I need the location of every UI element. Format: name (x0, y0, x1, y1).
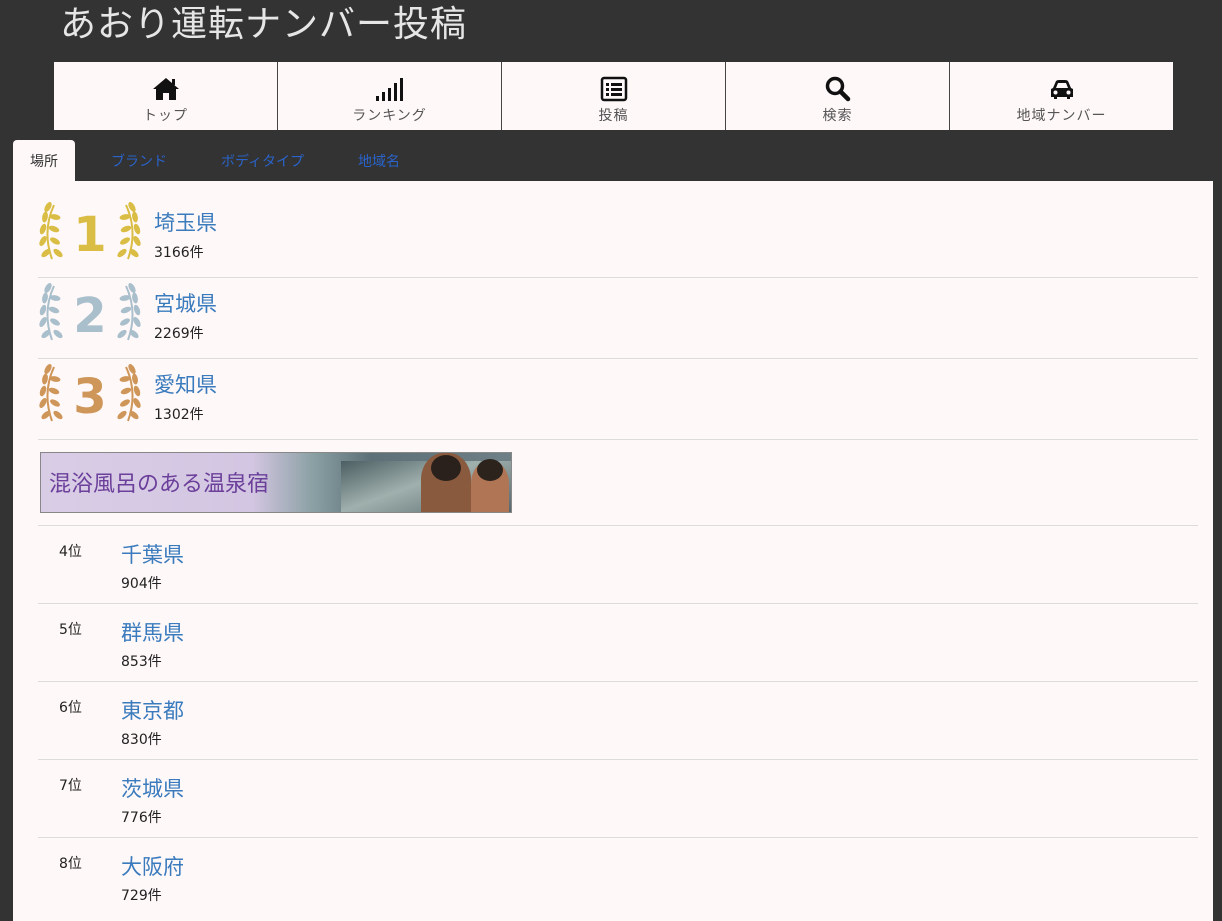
tab-body-type[interactable]: ボディタイプ (204, 140, 321, 181)
car-icon (1050, 80, 1073, 99)
ranking-place-name[interactable]: 東京都 (121, 695, 184, 725)
nav-region-number-label: 地域ナンバー (1016, 108, 1107, 124)
laurel-medal-icon: 1 (38, 201, 142, 263)
ranking-position: 8位 (59, 856, 82, 872)
laurel-leaf (120, 225, 132, 233)
medal-rank-number: 2 (73, 288, 106, 344)
laurel-leaf (132, 292, 138, 304)
laurel-leaf (133, 304, 141, 316)
laurel-leaf (48, 306, 60, 314)
laurel-leaf (39, 223, 47, 235)
ranking-position: 7位 (59, 778, 82, 794)
ranking-row-5: 5位 群馬県 853件 (38, 604, 1198, 682)
laurel-leaf (117, 329, 127, 339)
tab-region-name[interactable]: 地域名 (341, 140, 417, 181)
ranking-place-name[interactable]: 茨城県 (121, 773, 184, 803)
ranking-row-3: 3 愛知県 1302件 (38, 363, 1198, 440)
nav-post-label: 投稿 (598, 108, 629, 124)
ad-banner[interactable]: 混浴風呂のある温泉宿 (40, 452, 512, 513)
ranking-panel: 1 埼玉県 3166件 2 宮城県 2269件 3 愛知県 1302件 混浴風呂… (13, 181, 1213, 921)
ranking-place-name[interactable]: 埼玉県 (154, 207, 217, 237)
ranking-count: 3166件 (154, 245, 204, 261)
ranking-place-name[interactable]: 千葉県 (121, 539, 184, 569)
ranking-count: 830件 (121, 732, 162, 748)
laurel-leaf (120, 387, 132, 395)
laurel-leaf (53, 410, 63, 420)
nav-top-label: トップ (143, 108, 188, 124)
ranking-row-4: 4位 千葉県 904件 (38, 526, 1198, 604)
ranking-count: 1302件 (154, 407, 204, 423)
laurel-leaf (42, 211, 48, 223)
laurel-leaf (39, 385, 47, 397)
search-icon (825, 76, 850, 102)
ranking-tabs: 場所 ブランド ボディタイプ 地域名 (13, 140, 437, 181)
laurel-medal-icon: 3 (38, 363, 142, 425)
ranking-position: 4位 (59, 544, 82, 560)
laurel-leaf (50, 237, 60, 245)
nav-ranking[interactable]: ランキング (278, 62, 502, 130)
ranking-count: 904件 (121, 576, 162, 592)
laurel-leaf (42, 292, 48, 304)
laurel-leaf (132, 211, 138, 223)
ranking-count: 729件 (121, 888, 162, 904)
nav-ranking-label: ランキング (352, 108, 427, 124)
laurel-leaf (48, 387, 60, 395)
laurel-leaf (120, 306, 132, 314)
laurel-leaf (50, 318, 60, 326)
ranking-position: 6位 (59, 700, 82, 716)
ranking-row-7: 7位 茨城県 776件 (38, 760, 1198, 838)
laurel-leaf (48, 225, 60, 233)
main-nav: トップ ランキング 投稿 検索 地域ナンバー (54, 62, 1173, 130)
ranking-place-name[interactable]: 宮城県 (154, 288, 217, 318)
medal-rank-number: 1 (73, 207, 106, 263)
laurel-leaf (133, 223, 141, 235)
ranking-place-name[interactable]: 大阪府 (121, 851, 184, 881)
nav-region-number[interactable]: 地域ナンバー (950, 62, 1173, 130)
nav-top[interactable]: トップ (54, 62, 278, 130)
medal-rank-number: 3 (73, 369, 106, 425)
laurel-leaf (53, 248, 63, 258)
ranking-place-name[interactable]: 群馬県 (121, 617, 184, 647)
ranking-position: 5位 (59, 622, 82, 638)
ranking-row-8: 8位 大阪府 729件 (38, 838, 1198, 915)
laurel-medal-icon: 2 (38, 282, 142, 344)
tab-brand[interactable]: ブランド (94, 140, 184, 181)
ranking-place-name[interactable]: 愛知県 (154, 369, 217, 399)
laurel-leaf (120, 399, 130, 407)
nav-post[interactable]: 投稿 (502, 62, 726, 130)
laurel-leaf (117, 410, 127, 420)
tab-place[interactable]: 場所 (13, 140, 75, 181)
ad-section: 混浴風呂のある温泉宿 (38, 439, 1198, 526)
laurel-leaf (39, 304, 47, 316)
ranking-row-2: 2 宮城県 2269件 (38, 282, 1198, 359)
site-title[interactable]: あおり運転ナンバー投稿 (60, 2, 467, 48)
ranking-row-6: 6位 東京都 830件 (38, 682, 1198, 760)
laurel-leaf (42, 373, 48, 385)
laurel-leaf (53, 329, 63, 339)
nav-search-label: 検索 (822, 108, 853, 124)
ranking-count: 2269件 (154, 326, 204, 342)
signal-bars-icon (375, 78, 403, 101)
ranking-count: 853件 (121, 654, 162, 670)
laurel-leaf (132, 373, 138, 385)
ranking-count: 776件 (121, 810, 162, 826)
laurel-leaf (120, 318, 130, 326)
laurel-leaf (50, 399, 60, 407)
nav-search[interactable]: 検索 (726, 62, 950, 130)
home-icon (152, 78, 179, 100)
laurel-leaf (120, 237, 130, 245)
laurel-leaf (133, 385, 141, 397)
list-icon (600, 76, 627, 102)
ad-text: 混浴風呂のある温泉宿 (49, 472, 270, 497)
ranking-row-1: 1 埼玉県 3166件 (38, 201, 1198, 278)
laurel-leaf (117, 248, 127, 258)
